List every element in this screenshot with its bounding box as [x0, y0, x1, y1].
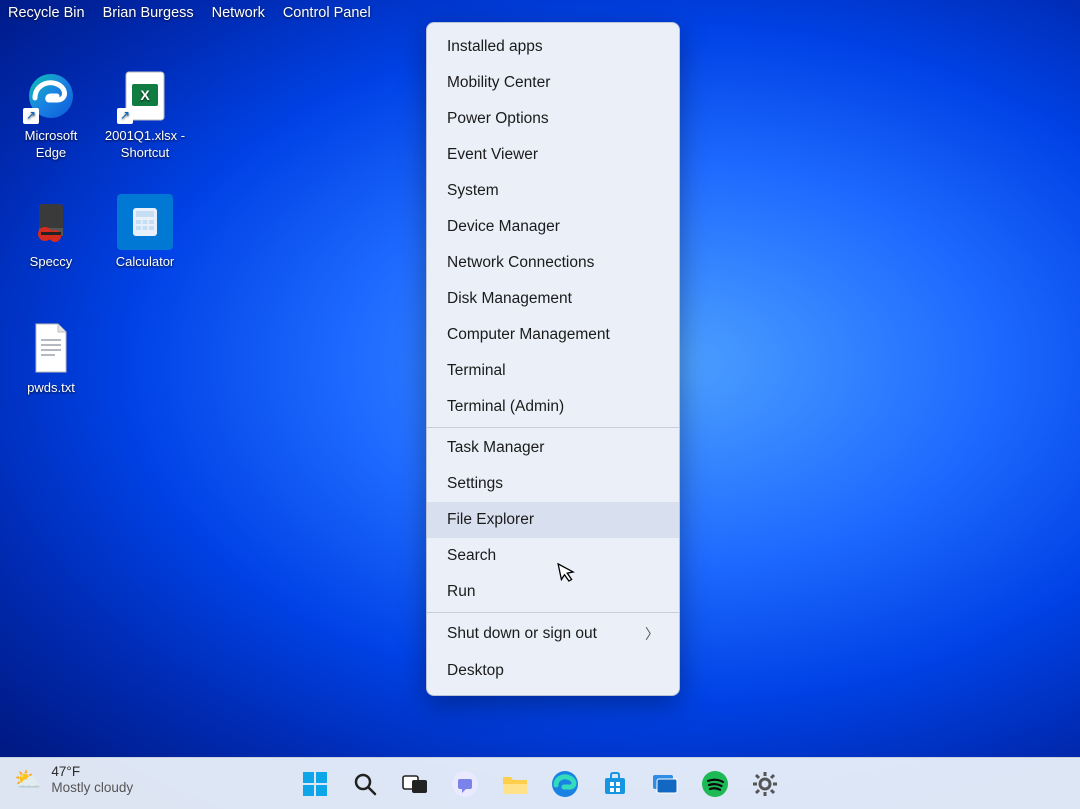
desktops-button[interactable]	[650, 769, 680, 799]
winx-item-installed-apps[interactable]: Installed apps	[427, 29, 679, 65]
winx-item-label: Network Connections	[447, 254, 594, 272]
winx-item-computer-management[interactable]: Computer Management	[427, 317, 679, 353]
winx-item-system[interactable]: System	[427, 173, 679, 209]
winx-item-device-manager[interactable]: Device Manager	[427, 209, 679, 245]
desktop-icon-xlsx[interactable]: X ↗ 2001Q1.xlsx - Shortcut	[102, 68, 188, 178]
taskbar: ⛅ 47°F Mostly cloudy	[0, 757, 1080, 809]
winx-item-label: Run	[447, 583, 475, 601]
weather-temp: 47°F	[51, 764, 133, 780]
winx-item-label: Shut down or sign out	[447, 625, 597, 643]
desktop-icon-calculator[interactable]: Calculator	[102, 194, 188, 304]
chat-button[interactable]	[450, 769, 480, 799]
winx-item-disk-management[interactable]: Disk Management	[427, 281, 679, 317]
winx-item-search[interactable]: Search	[427, 538, 679, 574]
winx-item-label: Terminal	[447, 362, 506, 380]
taskbar-weather[interactable]: ⛅ 47°F Mostly cloudy	[14, 764, 133, 796]
winx-item-label: Mobility Center	[447, 74, 550, 92]
svg-text:X: X	[140, 87, 150, 103]
winx-item-file-explorer[interactable]: File Explorer	[427, 502, 679, 538]
winx-section-2: Task Manager Settings File Explorer Search R…	[427, 430, 679, 610]
winx-item-terminal-admin-[interactable]: Terminal (Admin)	[427, 389, 679, 425]
winx-item-label: Power Options	[447, 110, 549, 128]
winx-item-task-manager[interactable]: Task Manager	[427, 430, 679, 466]
winx-item-label: System	[447, 182, 499, 200]
chevron-right-icon: 〉	[645, 624, 659, 644]
taskbar-center	[300, 769, 780, 799]
speccy-label: Speccy	[30, 254, 73, 271]
shortcut-arrow-icon: ↗	[117, 108, 133, 124]
control-panel-label[interactable]: Control Panel	[283, 5, 371, 21]
winx-item-label: Task Manager	[447, 439, 544, 457]
winx-item-label: Device Manager	[447, 218, 560, 236]
start-button[interactable]	[300, 769, 330, 799]
winx-item-label: Disk Management	[447, 290, 572, 308]
winx-item-desktop[interactable]: Desktop	[427, 653, 679, 689]
xlsx-icon: X ↗	[117, 68, 173, 124]
store-button[interactable]	[600, 769, 630, 799]
xlsx-label: 2001Q1.xlsx - Shortcut	[105, 128, 185, 162]
weather-desc: Mostly cloudy	[51, 780, 133, 796]
winx-item-settings[interactable]: Settings	[427, 466, 679, 502]
speccy-icon	[23, 194, 79, 250]
winx-item-label: Desktop	[447, 662, 504, 680]
text-file-icon	[23, 320, 79, 376]
explorer-button[interactable]	[500, 769, 530, 799]
user-folder-label[interactable]: Brian Burgess	[103, 5, 194, 21]
weather-text: 47°F Mostly cloudy	[51, 764, 133, 796]
winx-section-1: Installed apps Mobility Center Power Optio…	[427, 29, 679, 425]
desktop-icon-speccy[interactable]: Speccy	[8, 194, 94, 304]
shortcut-arrow-icon: ↗	[23, 108, 39, 124]
calculator-label: Calculator	[116, 254, 175, 271]
winx-item-network-connections[interactable]: Network Connections	[427, 245, 679, 281]
desktop-icon-edge[interactable]: ↗ Microsoft Edge	[8, 68, 94, 178]
winx-item-label: Settings	[447, 475, 503, 493]
desktop-background[interactable]: Recycle Bin Brian Burgess Network Contro…	[0, 0, 1080, 809]
taskview-button[interactable]	[400, 769, 430, 799]
winx-item-label: File Explorer	[447, 511, 534, 529]
desktop-icons-area: ↗ Microsoft Edge X ↗ 2001Q1.xlsx - Short…	[8, 68, 188, 430]
pwds-label: pwds.txt	[27, 380, 75, 397]
winx-item-label: Installed apps	[447, 38, 543, 56]
winx-item-label: Event Viewer	[447, 146, 538, 164]
winx-item-label: Computer Management	[447, 326, 610, 344]
menu-divider	[427, 612, 679, 613]
winx-menu: Installed apps Mobility Center Power Optio…	[426, 22, 680, 696]
winx-item-label: Search	[447, 547, 496, 565]
desktop-icon-pwds[interactable]: pwds.txt	[8, 320, 94, 430]
desktop-top-row: Recycle Bin Brian Burgess Network Contro…	[8, 5, 371, 21]
edge-button[interactable]	[550, 769, 580, 799]
calculator-icon	[117, 194, 173, 250]
network-label[interactable]: Network	[212, 5, 265, 21]
winx-item-power-options[interactable]: Power Options	[427, 101, 679, 137]
winx-item-shutdown[interactable]: Shut down or sign out 〉	[427, 615, 679, 653]
menu-divider	[427, 427, 679, 428]
winx-item-event-viewer[interactable]: Event Viewer	[427, 137, 679, 173]
winx-item-label: Terminal (Admin)	[447, 398, 564, 416]
settings-button[interactable]	[750, 769, 780, 799]
edge-label: Microsoft Edge	[25, 128, 78, 162]
winx-item-terminal[interactable]: Terminal	[427, 353, 679, 389]
recycle-bin-label[interactable]: Recycle Bin	[8, 5, 85, 21]
weather-icon: ⛅	[14, 767, 41, 793]
winx-item-mobility-center[interactable]: Mobility Center	[427, 65, 679, 101]
spotify-button[interactable]	[700, 769, 730, 799]
edge-icon: ↗	[23, 68, 79, 124]
winx-item-run[interactable]: Run	[427, 574, 679, 610]
search-button[interactable]	[350, 769, 380, 799]
